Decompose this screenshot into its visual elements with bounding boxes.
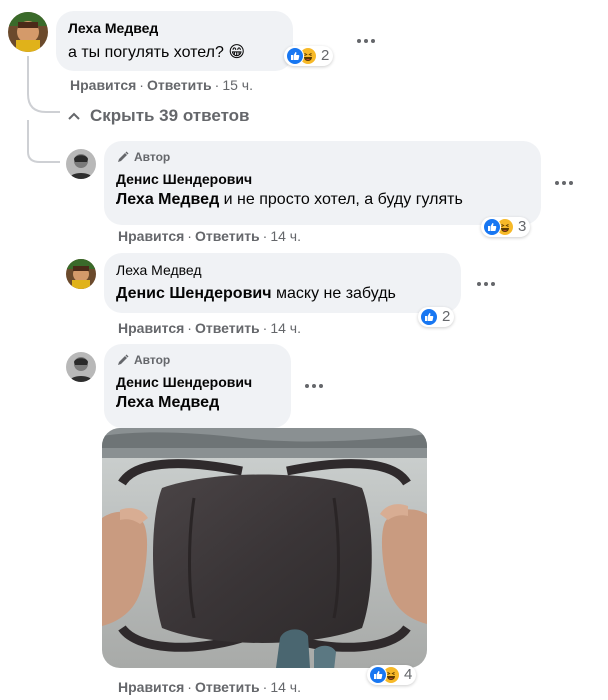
avatar-leha[interactable] xyxy=(66,259,96,289)
comment-text: Денис Шендерович маску не забудь xyxy=(116,283,449,305)
comment-actions: Нравится · Ответить · 14 ч. xyxy=(118,320,301,336)
pen-author-icon xyxy=(118,151,129,162)
comment-author[interactable]: Денис Шендерович xyxy=(116,373,279,391)
comment-actions: Нравится · Ответить · 14 ч. xyxy=(118,679,301,695)
mention-link[interactable]: Денис Шендерович xyxy=(116,285,272,302)
mention-link[interactable]: Леха Медвед xyxy=(116,191,219,208)
more-dots-icon[interactable] xyxy=(302,377,326,395)
timestamp[interactable]: 14 ч. xyxy=(270,228,301,244)
mention-link[interactable]: Леха Медвед xyxy=(116,394,219,411)
like-reaction-icon xyxy=(369,666,387,684)
comment-text-body: и не просто хотел, а буду гулять xyxy=(219,191,463,208)
reactions-summary[interactable]: 2 xyxy=(418,307,455,327)
comment-bubble-reply1: Автор Денис Шендерович Леха Медвед и не … xyxy=(104,141,541,225)
pen-author-icon xyxy=(118,354,129,365)
author-badge: Автор xyxy=(116,352,279,368)
like-button[interactable]: Нравится xyxy=(118,679,184,695)
comment-text: Леха Медвед xyxy=(116,392,279,414)
comment-author[interactable]: Леха Медвед xyxy=(116,261,449,279)
hide-replies-button[interactable]: Скрыть 39 ответов xyxy=(68,106,250,126)
reactions-count: 3 xyxy=(518,218,527,235)
comment-author[interactable]: Денис Шендерович xyxy=(116,170,529,188)
comment-photo[interactable] xyxy=(102,428,427,668)
timestamp[interactable]: 14 ч. xyxy=(270,320,301,336)
comment-actions: Нравится · Ответить · 14 ч. xyxy=(118,228,301,244)
avatar-denis[interactable] xyxy=(66,149,96,179)
author-badge-label: Автор xyxy=(134,353,171,367)
like-button[interactable]: Нравится xyxy=(118,228,184,244)
comment-bubble-reply3: Автор Денис Шендерович Леха Медвед xyxy=(104,344,291,428)
like-button[interactable]: Нравится xyxy=(118,320,184,336)
reactions-count: 4 xyxy=(404,666,413,683)
like-reaction-icon xyxy=(286,47,304,65)
timestamp[interactable]: 14 ч. xyxy=(270,679,301,695)
author-badge: Автор xyxy=(116,149,529,165)
more-dots-icon[interactable] xyxy=(474,275,498,293)
chevron-up-icon xyxy=(68,112,80,120)
more-dots-icon[interactable] xyxy=(552,174,576,192)
comment-text-body: маску не забудь xyxy=(271,285,396,302)
author-badge-label: Автор xyxy=(134,150,171,164)
reactions-summary[interactable]: 3 xyxy=(481,217,531,237)
reply-button[interactable]: Ответить xyxy=(195,679,260,695)
hide-replies-label: Скрыть 39 ответов xyxy=(90,106,250,125)
reactions-count: 2 xyxy=(442,308,451,325)
avatar-denis[interactable] xyxy=(66,352,96,382)
reply-button[interactable]: Ответить xyxy=(195,320,260,336)
like-reaction-icon xyxy=(420,308,438,326)
comment-text: Леха Медвед и не просто хотел, а буду гу… xyxy=(116,189,529,211)
reply-button[interactable]: Ответить xyxy=(195,228,260,244)
reactions-summary[interactable]: 4 xyxy=(367,665,417,685)
like-reaction-icon xyxy=(483,218,501,236)
comment-bubble-reply2: Леха Медвед Денис Шендерович маску не за… xyxy=(104,253,461,313)
